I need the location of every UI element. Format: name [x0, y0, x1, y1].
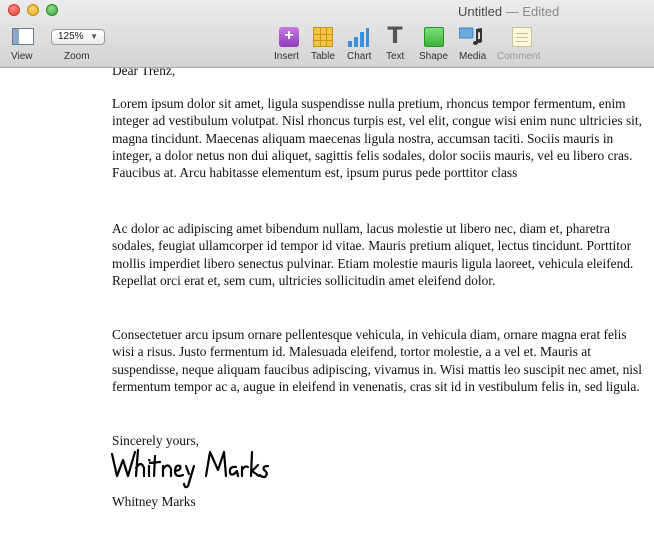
chart-icon[interactable]: [347, 27, 369, 47]
shape-icon[interactable]: [424, 27, 444, 47]
media-icon-graphic: [458, 27, 482, 45]
comment-label: Comment: [497, 51, 541, 62]
view-label[interactable]: View: [11, 51, 33, 62]
chart-icon-bar: [360, 32, 364, 47]
zoom-select[interactable]: 125% ▼: [51, 29, 105, 45]
chart-icon-bar: [348, 41, 352, 47]
table-label[interactable]: Table: [311, 51, 335, 62]
media-icon[interactable]: [458, 27, 483, 47]
insert-label[interactable]: Insert: [274, 51, 299, 62]
minimize-window-button[interactable]: [27, 4, 39, 16]
paragraph-3[interactable]: Consectetuer arcu ipsum ornare pellentes…: [112, 326, 642, 395]
signature-name[interactable]: Whitney Marks: [112, 493, 642, 510]
toolbar: Untitled — Edited View 125% ▼ Zoom + Ins…: [0, 0, 654, 68]
zoom-window-button[interactable]: [46, 4, 58, 16]
document-body[interactable]: Dear Trenz, Lorem ipsum dolor sit amet, …: [0, 68, 654, 554]
shape-label[interactable]: Shape: [419, 51, 448, 62]
chart-icon-bar: [366, 28, 369, 47]
greeting[interactable]: Dear Trenz,: [112, 68, 642, 79]
window-title: Untitled — Edited: [458, 4, 559, 19]
zoom-value: 125%: [58, 31, 84, 42]
paragraph-2[interactable]: Ac dolor ac adipiscing amet bibendum nul…: [112, 220, 642, 289]
paragraph-1[interactable]: Lorem ipsum dolor sit amet, ligula suspe…: [112, 95, 642, 181]
handwritten-signature: [110, 448, 270, 489]
text-icon[interactable]: T: [385, 26, 405, 48]
chevron-down-icon: ▼: [90, 32, 98, 41]
text-label[interactable]: Text: [386, 51, 404, 62]
zoom-label: Zoom: [64, 51, 90, 62]
media-label[interactable]: Media: [459, 51, 486, 62]
chart-label[interactable]: Chart: [347, 51, 371, 62]
view-icon[interactable]: [12, 28, 34, 45]
close-window-button[interactable]: [8, 4, 20, 16]
insert-icon[interactable]: +: [279, 27, 299, 47]
chart-icon-bar: [354, 37, 358, 47]
table-icon[interactable]: [313, 27, 333, 47]
comment-icon: [512, 27, 532, 47]
document-title: Untitled: [458, 4, 503, 19]
edited-status: Edited: [522, 4, 560, 19]
title-separator: —: [505, 4, 519, 19]
